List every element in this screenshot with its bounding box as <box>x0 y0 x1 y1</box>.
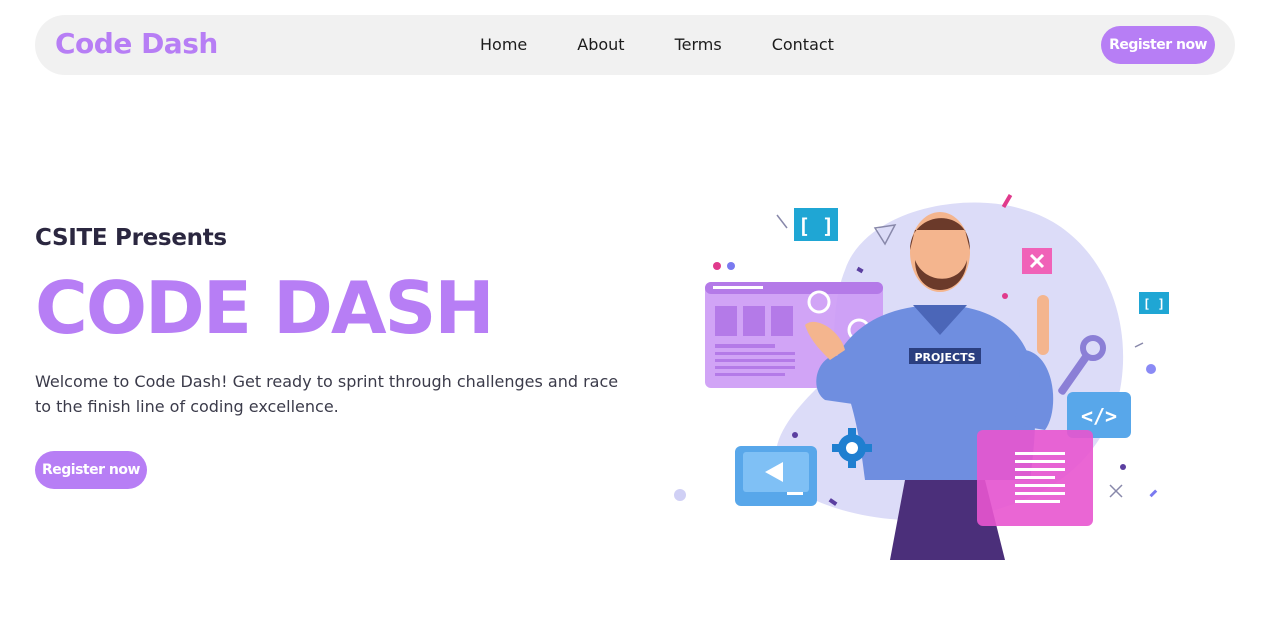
nav-links: Home About Terms Contact <box>480 35 884 54</box>
svg-text:PROJECTS: PROJECTS <box>915 351 976 364</box>
navbar: Code Dash Home About Terms Contact Regis… <box>35 15 1235 75</box>
bracket-icon: [ ] <box>794 208 838 241</box>
close-icon <box>1022 248 1052 274</box>
hero-presents: CSITE Presents <box>35 225 227 251</box>
hero-illustration: [ ] [ ] PROJECTS </> <box>674 193 1169 560</box>
svg-text:[ ]: [ ] <box>798 214 834 238</box>
register-button-nav[interactable]: Register now <box>1101 26 1215 64</box>
hero-section: CSITE Presents CODE DASH Welcome to Code… <box>35 225 635 489</box>
nav-link-home[interactable]: Home <box>480 35 527 54</box>
nav-link-about[interactable]: About <box>577 35 624 54</box>
document-panel <box>977 430 1093 526</box>
hero-description: Welcome to Code Dash! Get ready to sprin… <box>35 371 619 416</box>
bracket-icon: [ ] <box>1139 292 1169 314</box>
nav-link-terms[interactable]: Terms <box>675 35 722 54</box>
hero-title: CODE DASH <box>35 266 495 350</box>
svg-text:</>: </> <box>1081 404 1117 428</box>
play-icon <box>735 446 817 506</box>
nav-link-contact[interactable]: Contact <box>772 35 834 54</box>
brand-logo[interactable]: Code Dash <box>55 27 218 60</box>
svg-text:[ ]: [ ] <box>1143 297 1165 311</box>
register-button-hero[interactable]: Register now <box>35 450 147 489</box>
